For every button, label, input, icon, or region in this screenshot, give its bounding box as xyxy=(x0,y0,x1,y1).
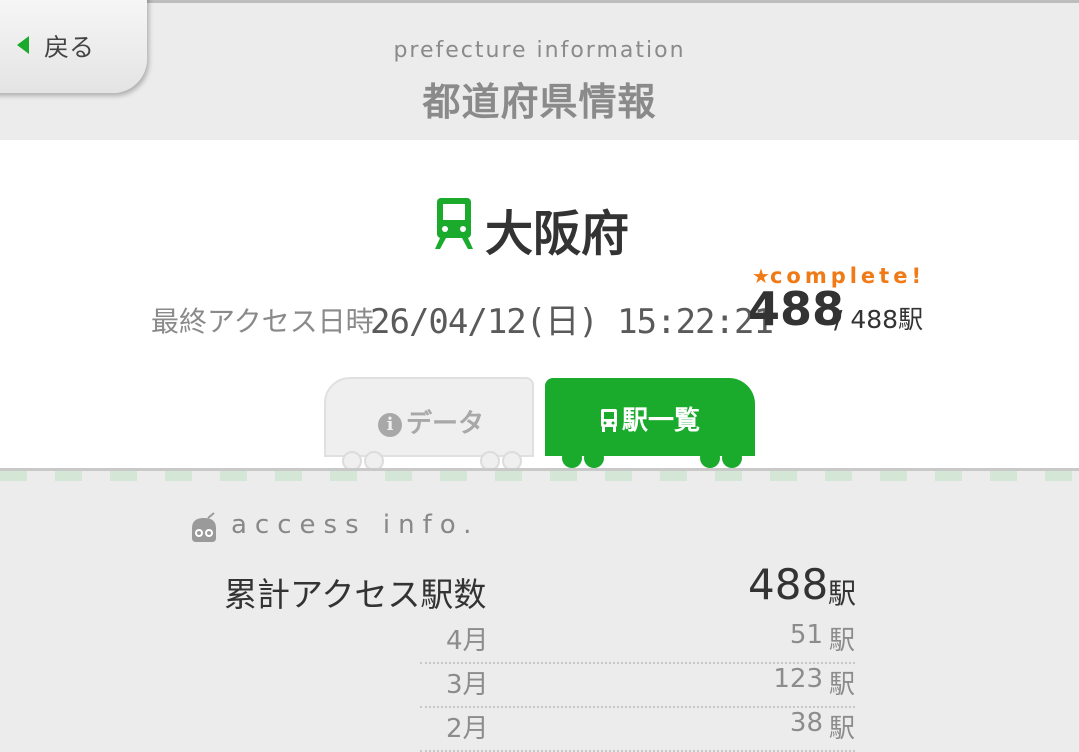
tab-station-list-label-wrap: 駅一覧 xyxy=(545,400,755,437)
month-label: 2月 xyxy=(446,714,489,744)
tab-station-list-label: 駅一覧 xyxy=(621,406,700,436)
access-info-heading: access info. xyxy=(231,510,480,540)
tab-station-list[interactable]: 駅一覧 xyxy=(545,378,755,456)
month-unit: 駅 xyxy=(828,670,855,700)
last-access-time: 26/04/12(日) 15:22:21 xyxy=(370,302,774,342)
month-unit: 駅 xyxy=(828,714,855,744)
last-access-label: 最終アクセス日時 xyxy=(151,305,374,338)
tab-data-label-wrap: i データ xyxy=(326,403,536,440)
month-value: 38 xyxy=(789,708,823,738)
accessed-count: 488 xyxy=(748,282,845,336)
prefecture-name: 大阪府 xyxy=(485,206,630,262)
wheel-icon xyxy=(584,448,604,468)
wheel-icon xyxy=(722,448,742,468)
page-subtitle: prefecture information xyxy=(393,38,686,63)
train-icon xyxy=(435,198,473,249)
month-row: 3月 123 駅 xyxy=(420,662,855,708)
rail-ties xyxy=(0,471,1079,481)
month-label: 4月 xyxy=(446,626,489,656)
month-row: 2月 38 駅 xyxy=(420,706,855,752)
wheel-icon xyxy=(562,448,582,468)
month-row: 4月 51 駅 xyxy=(420,618,855,664)
month-unit: 駅 xyxy=(828,626,855,656)
app-header: 戻る prefecture information 都道府県情報 xyxy=(0,0,1079,140)
month-label: 3月 xyxy=(446,670,489,700)
info-icon: i xyxy=(377,413,402,437)
prefecture-panel: 大阪府 最終アクセス日時 26/04/12(日) 15:22:21 ★compl… xyxy=(0,140,1079,471)
month-value: 123 xyxy=(773,664,823,694)
train-icon xyxy=(600,409,617,432)
month-value: 51 xyxy=(789,620,823,650)
tab-data-label: データ xyxy=(405,409,484,439)
wheel-icon xyxy=(700,448,720,468)
tab-data[interactable]: i データ xyxy=(324,377,534,457)
page-title: 都道府県情報 xyxy=(422,80,657,124)
total-access-unit: 駅 xyxy=(828,577,857,610)
total-access-label: 累計アクセス駅数 xyxy=(224,575,487,614)
total-stations: / 488駅 xyxy=(834,305,924,334)
total-access-value: 488 xyxy=(748,560,829,609)
mascot-icon xyxy=(192,512,216,542)
